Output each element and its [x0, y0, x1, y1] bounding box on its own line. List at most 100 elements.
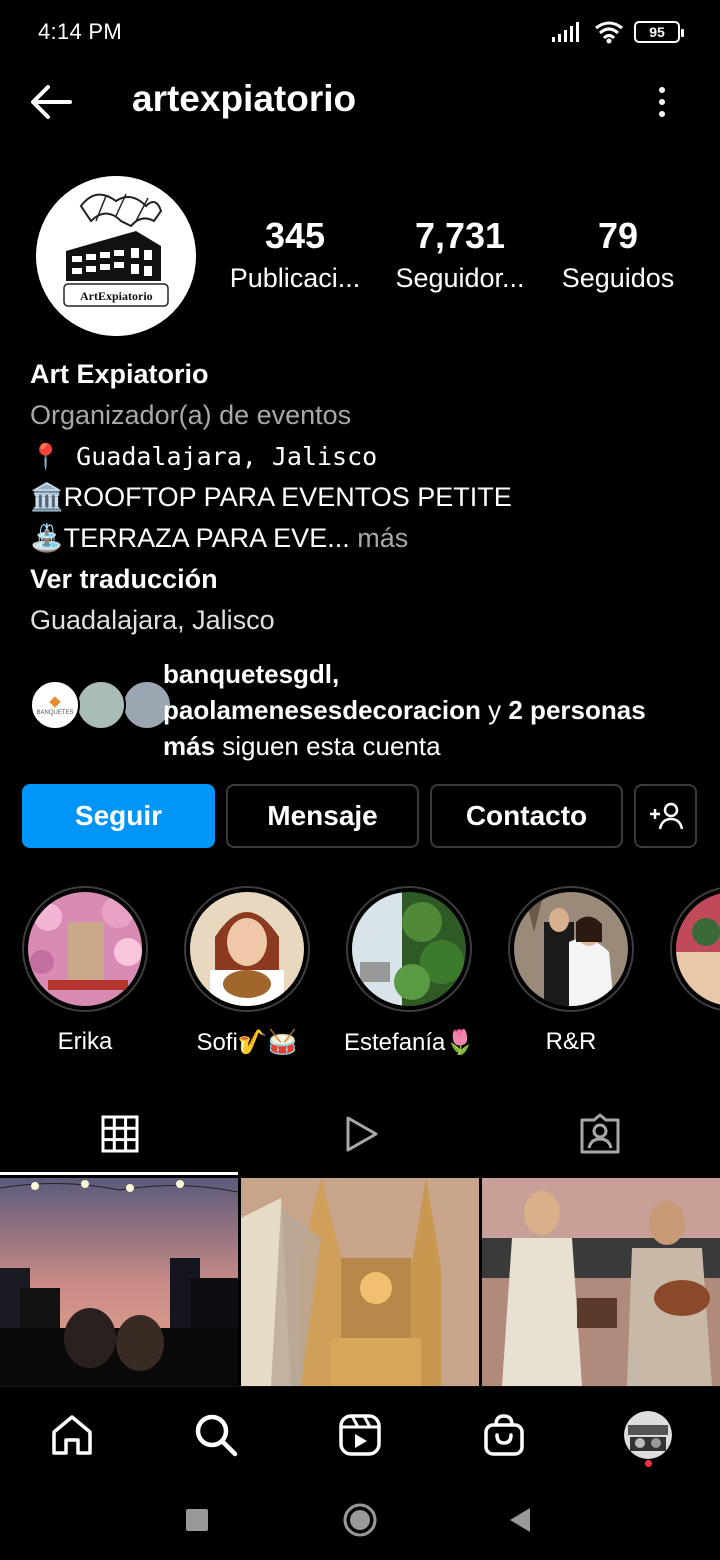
message-button[interactable]: Mensaje	[226, 784, 419, 848]
wifi-icon	[595, 21, 623, 44]
mutual-avatar-1: BANQUETES	[30, 680, 80, 730]
profile-username: artexpiatorio	[132, 78, 357, 119]
profile-avatar-small	[624, 1411, 672, 1459]
bottom-navigation	[0, 1386, 720, 1480]
highlight-item[interactable]: Erika	[20, 886, 150, 1056]
nav-profile[interactable]	[620, 1407, 676, 1463]
suggested-users-button[interactable]	[634, 784, 697, 848]
followed-by-section[interactable]: BANQUETES banquetesgdl, paolamenesesdeco…	[30, 656, 710, 762]
shop-bag-icon	[484, 1414, 524, 1456]
profile-stats: 345 Publicaci... 7,731 Seguidor... 79 Se…	[220, 214, 710, 304]
profile-avatar[interactable]: ArtExpiatorio	[36, 176, 196, 336]
highlight-label: R&R	[545, 1028, 597, 1055]
followed-suffix: siguen esta cuenta	[215, 731, 441, 761]
profile-tabs	[0, 1094, 720, 1176]
reels-icon	[339, 1414, 381, 1456]
stat-following-label: Seguidos	[561, 263, 675, 293]
nav-reels[interactable]	[332, 1407, 388, 1463]
mutual-avatars: BANQUETES	[30, 680, 172, 732]
profile-bio: Art Expiatorio Organizador(a) de eventos…	[30, 354, 710, 641]
followed-others[interactable]: 2 personas	[508, 695, 645, 725]
status-bar: 4:14 PM 95	[0, 0, 720, 64]
stat-followers[interactable]: 7,731 Seguidor...	[380, 214, 540, 298]
system-navigation-bar	[0, 1480, 720, 1560]
status-icons: 95	[550, 20, 684, 44]
play-icon	[346, 1116, 378, 1152]
square-icon	[186, 1509, 208, 1531]
highlight-ring	[508, 886, 634, 1012]
highlight-image	[514, 892, 628, 1006]
stat-followers-count: 7,731	[414, 215, 506, 256]
bio-line-rooftop: 🏛️ROOFTOP PARA EVENTOS PETITE	[30, 482, 512, 512]
mutual-user-1[interactable]: banquetesgdl,	[163, 659, 339, 689]
nav-shop[interactable]	[476, 1407, 532, 1463]
tab-tagged[interactable]	[480, 1094, 720, 1174]
highlight-image	[676, 892, 720, 1006]
contact-button[interactable]: Contacto	[430, 784, 623, 848]
stat-followers-label: Seguidor...	[395, 263, 525, 293]
profile-location[interactable]: Guadalajara, Jalisco	[30, 600, 710, 641]
post-image-rooftop	[0, 1178, 238, 1386]
post-image-musicians	[482, 1178, 720, 1386]
battery-level: 95	[649, 24, 665, 40]
post-image-cathedral	[241, 1178, 479, 1386]
mutual-user-2[interactable]: paolamenesesdecoracion	[163, 695, 481, 725]
tagged-icon	[580, 1113, 620, 1154]
nav-home[interactable]	[44, 1407, 100, 1463]
banquetes-logo-icon	[49, 696, 61, 708]
highlight-label: Estefanía🌷	[344, 1029, 476, 1056]
post-thumbnail[interactable]	[0, 1178, 238, 1386]
home-system-button[interactable]	[338, 1498, 382, 1542]
bio-line-terraza: ⛲TERRAZA PARA EVE...	[30, 523, 350, 553]
profile-category: Organizador(a) de eventos	[30, 400, 352, 430]
notification-dot	[645, 1460, 652, 1467]
highlight-item[interactable]: 🎄	[668, 886, 720, 1057]
stat-following-count: 79	[597, 215, 639, 256]
grid-icon	[101, 1115, 139, 1153]
back-system-button[interactable]	[498, 1498, 542, 1542]
followed-connector: y	[480, 695, 509, 725]
profile-logo-image	[36, 176, 196, 336]
highlight-label: Erika	[57, 1028, 113, 1055]
highlight-label: Sofi🎷🥁	[196, 1029, 298, 1056]
highlight-ring	[670, 886, 720, 1012]
nav-search[interactable]	[188, 1407, 244, 1463]
mutual-avatar-2	[76, 680, 126, 730]
add-person-icon	[649, 802, 683, 830]
post-thumbnail[interactable]	[241, 1178, 479, 1386]
banquetes-logo-text: BANQUETES	[36, 710, 74, 716]
bio-more-link[interactable]: más	[357, 523, 408, 553]
search-icon	[195, 1414, 238, 1457]
stat-posts-count: 345	[264, 215, 326, 256]
followed-by-text: banquetesgdl, paolamenesesdecoracion y 2…	[163, 656, 713, 764]
highlight-image	[352, 892, 466, 1006]
see-translation-link[interactable]: Ver traducción	[30, 559, 710, 600]
highlight-image	[190, 892, 304, 1006]
stat-posts-label: Publicaci...	[229, 263, 361, 293]
followed-others-2[interactable]: más	[163, 731, 215, 761]
highlight-item[interactable]: Sofi🎷🥁	[182, 886, 312, 1057]
highlight-image	[28, 892, 142, 1006]
highlight-item[interactable]: Estefanía🌷	[344, 886, 476, 1057]
tab-reels[interactable]	[240, 1094, 480, 1174]
stat-posts[interactable]: 345 Publicaci...	[215, 214, 375, 298]
circle-icon	[343, 1503, 377, 1537]
highlight-ring	[346, 886, 472, 1012]
story-highlights: Erika Sofi🎷🥁 Estefanía🌷 R&R	[0, 886, 720, 1066]
post-thumbnail[interactable]	[482, 1178, 720, 1386]
recents-button[interactable]	[175, 1498, 219, 1542]
highlight-item[interactable]: R&R	[506, 886, 636, 1056]
more-options-icon[interactable]	[652, 84, 672, 120]
profile-logo-text: ArtExpiatorio	[80, 289, 153, 303]
tab-grid[interactable]	[0, 1094, 240, 1174]
posts-grid	[0, 1178, 720, 1386]
profile-display-name: Art Expiatorio	[30, 359, 209, 389]
profile-header: artexpiatorio	[0, 64, 720, 140]
highlight-label: 🎄	[668, 1028, 720, 1057]
stat-following[interactable]: 79 Seguidos	[545, 214, 691, 298]
bio-line-location: 📍 Guadalajara, Jalisco	[30, 442, 378, 471]
bio-line-terraza-row: ⛲TERRAZA PARA EVE... más	[30, 518, 710, 559]
back-arrow-icon[interactable]	[28, 82, 74, 122]
follow-button[interactable]: Seguir	[22, 784, 215, 848]
battery-icon: 95	[634, 21, 684, 43]
